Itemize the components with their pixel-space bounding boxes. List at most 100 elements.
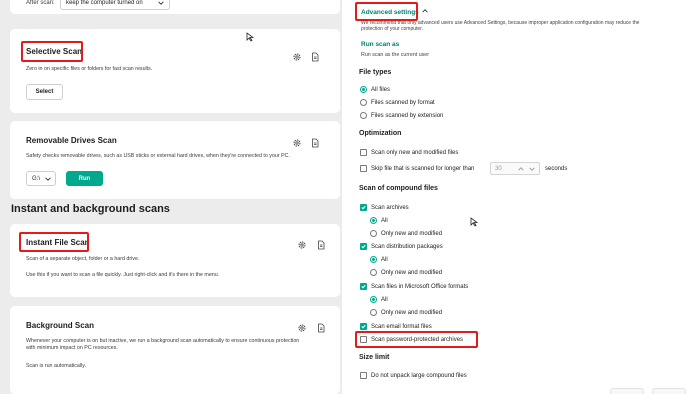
- checkbox-scan-only-new[interactable]: Scan only new and modified files: [360, 149, 458, 156]
- radio-unselected-icon: [370, 230, 377, 237]
- chevron-down-icon: [45, 176, 51, 184]
- radio-archives-all[interactable]: All: [370, 217, 388, 224]
- radio-files-by-extension[interactable]: Files scanned by extension: [360, 112, 443, 119]
- scan-archives-label: Scan archives: [371, 204, 409, 211]
- advanced-warning-line2: protection of your computer.: [361, 26, 423, 32]
- archives-all-label: All: [381, 217, 388, 224]
- scan-only-new-label: Scan only new and modified files: [371, 149, 459, 156]
- after-scan-select[interactable]: keep the computer turned on: [60, 0, 170, 10]
- office-only-new-label: Only new and modified: [381, 309, 443, 316]
- radio-distribution-all[interactable]: All: [370, 256, 388, 263]
- check-icon: [360, 323, 367, 330]
- chevron-down-icon[interactable]: [529, 166, 535, 174]
- skip-long-files-label: Skip file that is scanned for longer tha…: [371, 165, 475, 172]
- instant-file-scan-desc-2: Use this if you want to scan a file quic…: [26, 272, 220, 278]
- distribution-only-new-label: Only new and modified: [381, 269, 443, 276]
- checkbox-do-not-unpack-large[interactable]: Do not unpack large compound files: [360, 372, 467, 379]
- document-icon[interactable]: [316, 323, 326, 333]
- document-icon[interactable]: [316, 240, 326, 250]
- files-by-format-label: Files scanned by format: [371, 99, 435, 106]
- scan-distribution-label: Scan distribution packages: [371, 243, 443, 250]
- drive-select-value: G:\: [32, 175, 41, 182]
- radio-all-files[interactable]: All files: [360, 86, 390, 93]
- run-scan-as-link[interactable]: Run scan as: [361, 41, 399, 48]
- seconds-value: 30: [495, 165, 502, 172]
- checkbox-empty-icon: [360, 149, 367, 156]
- radio-unselected-icon: [370, 269, 377, 276]
- compound-heading: Scan of compound files: [359, 185, 438, 192]
- radio-unselected-icon: [360, 99, 367, 106]
- drive-select[interactable]: G:\: [26, 171, 56, 186]
- radio-selected-icon: [360, 86, 367, 93]
- radio-selected-icon: [370, 296, 377, 303]
- checkbox-scan-distribution[interactable]: Scan distribution packages: [360, 243, 443, 250]
- radio-archives-only-new[interactable]: Only new and modified: [370, 230, 442, 237]
- checkbox-scan-office[interactable]: Scan files in Microsoft Office formats: [360, 283, 468, 290]
- mouse-cursor-icon: [246, 29, 255, 47]
- check-icon: [360, 283, 367, 290]
- radio-selected-icon: [370, 256, 377, 263]
- seconds-stepper[interactable]: 30: [490, 162, 540, 175]
- background-scan-title: Background Scan: [26, 321, 95, 330]
- chevron-up-icon[interactable]: [518, 166, 524, 174]
- removable-drives-card: Removable Drives Scan Safety checks remo…: [10, 121, 340, 199]
- checkbox-scan-email[interactable]: Scan email format files: [360, 323, 432, 330]
- save-button-partial[interactable]: [610, 388, 644, 394]
- gear-icon[interactable]: [297, 323, 307, 333]
- document-icon[interactable]: [310, 52, 320, 62]
- check-icon: [360, 243, 367, 250]
- office-all-label: All: [381, 296, 388, 303]
- radio-office-only-new[interactable]: Only new and modified: [370, 309, 442, 316]
- cancel-button-partial[interactable]: [652, 388, 686, 394]
- gear-icon[interactable]: [292, 52, 302, 62]
- checkbox-empty-icon: [360, 372, 367, 379]
- removable-drives-title: Removable Drives Scan: [26, 136, 117, 145]
- size-limit-heading: Size limit: [359, 354, 390, 361]
- advanced-warning: We recommend that only advanced users us…: [361, 20, 639, 32]
- archives-only-new-label: Only new and modified: [381, 230, 443, 237]
- password-protected-highlight: [355, 331, 478, 348]
- distribution-all-label: All: [381, 256, 388, 263]
- advanced-settings-highlight: [355, 2, 418, 21]
- checkbox-skip-long-files[interactable]: Skip file that is scanned for longer tha…: [360, 165, 474, 172]
- gear-icon[interactable]: [292, 138, 302, 148]
- background-scan-desc-2: Scan is run automatically.: [26, 363, 86, 369]
- run-scan-as-desc: Run scan as the current user: [361, 52, 430, 58]
- seconds-label: seconds: [545, 166, 568, 172]
- do-not-unpack-large-label: Do not unpack large compound files: [371, 372, 467, 379]
- optimization-heading: Optimization: [359, 130, 402, 137]
- background-scan-card: Background Scan Whenever your computer i…: [10, 306, 340, 394]
- selective-scan-desc: Zero in on specific files or folders for…: [26, 66, 153, 72]
- checkbox-empty-icon: [360, 165, 367, 172]
- background-scan-desc: Whenever your computer is on but inactiv…: [26, 338, 300, 344]
- mouse-cursor-icon: [470, 214, 479, 232]
- after-scan-select-value: keep the computer turned on: [66, 0, 143, 6]
- chevron-down-icon: [158, 0, 164, 8]
- gear-icon[interactable]: [297, 240, 307, 250]
- selective-scan-highlight: [21, 41, 83, 62]
- check-icon: [360, 204, 367, 211]
- files-by-extension-label: Files scanned by extension: [371, 112, 444, 119]
- scan-types-panel: After scan: keep the computer turned on …: [0, 0, 342, 394]
- scan-office-label: Scan files in Microsoft Office formats: [371, 283, 469, 290]
- radio-office-all[interactable]: All: [370, 296, 388, 303]
- scan-email-label: Scan email format files: [371, 323, 432, 330]
- checkbox-scan-archives[interactable]: Scan archives: [360, 204, 409, 211]
- document-icon[interactable]: [310, 138, 320, 148]
- radio-unselected-icon: [370, 309, 377, 316]
- select-button[interactable]: Select: [26, 84, 63, 100]
- background-scan-desc-cont: with minimum impact on PC resources.: [26, 345, 118, 351]
- all-files-label: All files: [371, 86, 391, 93]
- radio-files-by-format[interactable]: Files scanned by format: [360, 99, 435, 106]
- file-types-heading: File types: [359, 69, 392, 76]
- instant-file-scan-highlight: [19, 232, 89, 252]
- radio-distribution-only-new[interactable]: Only new and modified: [370, 269, 442, 276]
- after-scan-label: After scan:: [26, 0, 55, 6]
- radio-unselected-icon: [360, 112, 367, 119]
- chevron-up-icon: [422, 8, 428, 16]
- radio-selected-icon: [370, 217, 377, 224]
- run-button[interactable]: Run: [66, 171, 103, 186]
- instant-file-scan-desc: Scan of a separate object, folder or a h…: [26, 256, 140, 262]
- removable-drives-desc: Safety checks removable drives, such as …: [26, 153, 290, 159]
- section-heading: Instant and background scans: [11, 203, 170, 215]
